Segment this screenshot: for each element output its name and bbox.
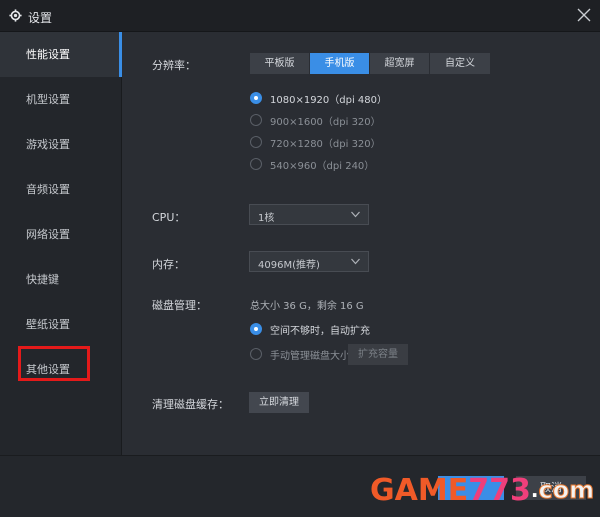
sidebar-item-label: 性能设置 [26, 48, 70, 61]
sidebar-item-performance[interactable]: 性能设置 [0, 32, 122, 77]
clear-cache-label: 清理磁盘缓存： [152, 398, 229, 411]
chevron-down-icon [351, 258, 360, 265]
resolution-option-720[interactable]: 720×1280（dpi 320） [250, 134, 381, 150]
watermark-dot: . [530, 478, 539, 502]
memory-label: 内存： [152, 258, 185, 271]
performance-panel: 分辨率： 平板版 手机版 超宽屏 自定义 1080×1920（dpi 480） … [123, 32, 600, 455]
resolution-option-540[interactable]: 540×960（dpi 240） [250, 156, 374, 172]
watermark-com: com [538, 476, 595, 505]
option-label: 900×1600（dpi 320） [270, 116, 381, 128]
cpu-label: CPU： [152, 211, 186, 224]
watermark-number: 773 [468, 472, 531, 508]
option-label: 720×1280（dpi 320） [270, 138, 381, 150]
radio-button [250, 348, 262, 360]
sidebar-item-label: 快捷键 [26, 273, 59, 286]
sidebar-item-label: 网络设置 [26, 228, 70, 241]
window-title: 设置 [28, 11, 53, 25]
expand-capacity-button[interactable]: 扩充容量 [348, 344, 408, 365]
watermark-game: GAME [370, 472, 469, 508]
radio-button [250, 136, 262, 148]
option-label: 1080×1920（dpi 480） [270, 94, 388, 106]
highlight-box [18, 346, 90, 381]
sidebar-item-device-model[interactable]: 机型设置 [0, 77, 121, 122]
sidebar-item-network[interactable]: 网络设置 [0, 212, 121, 257]
resolution-label: 分辨率： [152, 59, 196, 72]
tab-custom[interactable]: 自定义 [430, 53, 490, 74]
resolution-option-1080[interactable]: 1080×1920（dpi 480） [250, 90, 387, 106]
option-label: 空间不够时，自动扩充 [270, 325, 370, 337]
memory-value: 4096M(推荐) [258, 260, 320, 271]
radio-button [250, 92, 262, 104]
title-bar: 设置 [0, 0, 600, 32]
clear-now-button[interactable]: 立即清理 [249, 392, 309, 413]
disk-info: 总大小 36 G，剩余 16 G [250, 301, 364, 312]
option-label: 540×960（dpi 240） [270, 160, 375, 172]
disk-option-manual[interactable]: 手动管理磁盘大小 [250, 346, 350, 362]
disk-option-auto[interactable]: 空间不够时，自动扩充 [250, 321, 370, 337]
option-label: 手动管理磁盘大小 [270, 350, 350, 362]
radio-button [250, 114, 262, 126]
radio-button [250, 158, 262, 170]
chevron-down-icon [351, 211, 360, 218]
sidebar-item-label: 音频设置 [26, 183, 70, 196]
resolution-tabs: 平板版 手机版 超宽屏 自定义 [250, 53, 490, 74]
sidebar-item-wallpaper[interactable]: 壁纸设置 [0, 302, 121, 347]
radio-button [250, 323, 262, 335]
cpu-select[interactable]: 1核 [249, 204, 369, 225]
watermark-logo: GAME 773 . com [370, 472, 595, 508]
sidebar-item-game[interactable]: 游戏设置 [0, 122, 121, 167]
sidebar-item-audio[interactable]: 音频设置 [0, 167, 121, 212]
close-icon[interactable] [577, 8, 591, 22]
sidebar-item-label: 壁纸设置 [26, 318, 70, 331]
disk-label: 磁盘管理： [152, 299, 207, 312]
sidebar-item-shortcuts[interactable]: 快捷键 [0, 257, 121, 302]
tab-ultrawide[interactable]: 超宽屏 [370, 53, 430, 74]
gear-icon [9, 9, 22, 22]
sidebar-item-label: 游戏设置 [26, 138, 70, 151]
memory-select[interactable]: 4096M(推荐) [249, 251, 369, 272]
tab-phone[interactable]: 手机版 [310, 53, 370, 74]
tab-tablet[interactable]: 平板版 [250, 53, 310, 74]
sidebar-item-label: 机型设置 [26, 93, 70, 106]
cpu-value: 1核 [258, 213, 275, 224]
settings-sidebar: 性能设置 机型设置 游戏设置 音频设置 网络设置 快捷键 壁纸设置 其他设置 [0, 32, 122, 455]
resolution-option-900[interactable]: 900×1600（dpi 320） [250, 112, 381, 128]
